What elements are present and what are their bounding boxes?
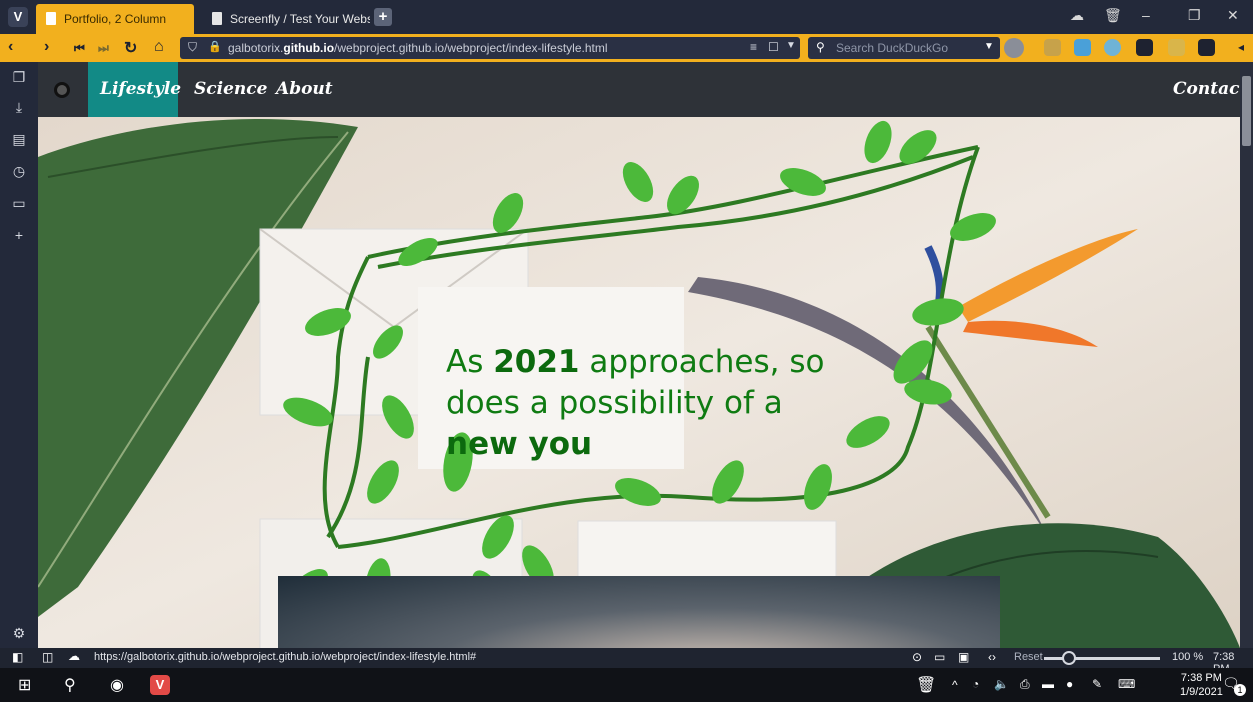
- windows-start-icon[interactable]: ⊞: [18, 675, 31, 695]
- tab-label: Portfolio, 2 Column: [64, 12, 167, 26]
- pen-icon[interactable]: ✎: [1092, 677, 1102, 691]
- chevron-left-icon[interactable]: ◂: [1238, 40, 1244, 54]
- web-page: Lifestyle Science About Contact As 2021 …: [38, 62, 1240, 648]
- zoom-slider-handle[interactable]: [1062, 651, 1076, 665]
- taskbar-time: 7:38 PM: [1180, 672, 1222, 684]
- rewind-icon[interactable]: ⏮: [74, 41, 85, 56]
- chevron-down-icon[interactable]: ▼: [984, 41, 994, 52]
- close-icon[interactable]: ✕: [1227, 7, 1239, 24]
- profile-avatar[interactable]: [1004, 38, 1024, 58]
- chevron-up-icon[interactable]: ^: [952, 678, 958, 692]
- window-icon[interactable]: ▭: [934, 650, 945, 664]
- content-card-image: [278, 576, 1000, 648]
- recycle-bin-icon[interactable]: 🗑: [916, 675, 936, 695]
- home-icon[interactable]: ⌂: [154, 38, 164, 56]
- back-icon[interactable]: ‹: [8, 38, 13, 56]
- search-icon: ⚲: [816, 40, 825, 54]
- side-panel: ❐ ⤓ ▤ ◷ ▭ + ⚙: [0, 62, 38, 648]
- windows-taskbar: ⊞ ⚲ ◉ V 🗑 ^ ◔ 🔈 ⎙ ▬ ● ✎ ⌨ 7:38 PM 1/9/20…: [0, 668, 1253, 702]
- nav-contact[interactable]: Contact: [1173, 79, 1240, 99]
- vivaldi-menu-icon[interactable]: V: [8, 7, 28, 27]
- notification-count-badge: 1: [1234, 684, 1246, 696]
- keyboard-icon[interactable]: ⌨: [1118, 677, 1135, 691]
- notes-icon[interactable]: ▤: [10, 130, 28, 148]
- vivaldi-taskbar-icon[interactable]: V: [150, 675, 170, 695]
- bookmarks-icon[interactable]: ❐: [10, 68, 28, 86]
- extensions-area: ◂: [1000, 34, 1253, 62]
- cloud-sync-icon[interactable]: ☁: [1070, 7, 1084, 24]
- page-icon: [212, 12, 222, 25]
- tab-screenfly[interactable]: Screenfly / Test Your Websit: [200, 4, 370, 34]
- add-panel-icon[interactable]: +: [10, 226, 28, 244]
- nav-science[interactable]: Science: [194, 79, 267, 99]
- address-toolbar: ‹ › ⏮ ⏭ ↻ ⌂ ⛉ 🔒 galbotorix.github.io/web…: [0, 34, 1253, 62]
- taskbar-clock[interactable]: 7:38 PM 1/9/2021: [1180, 671, 1223, 699]
- hero-headline: As 2021 approaches, so does a possibilit…: [446, 344, 825, 462]
- taskbar-date: 1/9/2021: [1180, 686, 1223, 698]
- tab-label: Screenfly / Test Your Websit: [230, 12, 370, 26]
- tray-icon[interactable]: ▬: [1042, 677, 1054, 691]
- tab-bar: V Portfolio, 2 Column Screenfly / Test Y…: [0, 0, 1253, 34]
- page-scrollbar[interactable]: [1240, 62, 1253, 648]
- extension-icon[interactable]: [1168, 39, 1185, 56]
- new-tab-button[interactable]: +: [374, 8, 392, 26]
- extension-icon[interactable]: [1044, 39, 1061, 56]
- download-icon[interactable]: ⤓: [10, 98, 28, 116]
- settings-icon[interactable]: ⚙: [10, 624, 28, 642]
- tab-portfolio[interactable]: Portfolio, 2 Column: [36, 4, 194, 34]
- status-link-url: https://galbotorix.github.io/webproject.…: [94, 651, 477, 663]
- tray-icon[interactable]: ⎙: [1020, 677, 1030, 692]
- scrollbar-thumb[interactable]: [1242, 76, 1251, 146]
- page-icon: [46, 12, 56, 25]
- hero-section: As 2021 approaches, so does a possibilit…: [38, 117, 1240, 648]
- nav-lifestyle[interactable]: Lifestyle: [100, 79, 181, 99]
- minimize-icon[interactable]: –: [1142, 7, 1150, 23]
- site-navbar: Lifestyle Science About Contact: [38, 62, 1240, 117]
- chevron-down-icon[interactable]: ▼: [786, 40, 796, 51]
- window-panel-icon[interactable]: ▭: [10, 194, 28, 212]
- reader-view-icon[interactable]: ≡: [750, 40, 757, 54]
- fast-forward-icon[interactable]: ⏭: [98, 41, 109, 56]
- code-icon[interactable]: ‹›: [988, 650, 996, 664]
- forward-icon[interactable]: ›: [44, 38, 49, 56]
- zoom-reset-button[interactable]: Reset: [1014, 651, 1043, 663]
- extension-icon[interactable]: [1198, 39, 1215, 56]
- puzzle-icon[interactable]: [1136, 39, 1153, 56]
- bookmark-icon[interactable]: ☐: [768, 40, 779, 54]
- lock-icon[interactable]: 🔒: [208, 40, 222, 53]
- url-field[interactable]: ⛉ 🔒 galbotorix.github.io/webproject.gith…: [180, 37, 800, 59]
- trash-icon[interactable]: 🗑: [1104, 7, 1122, 24]
- site-logo[interactable]: [54, 82, 70, 98]
- nav-about[interactable]: About: [276, 79, 333, 99]
- extension-icon[interactable]: [1104, 39, 1121, 56]
- search-field[interactable]: ⚲ Search DuckDuckGo ▼: [808, 37, 1000, 59]
- reload-icon[interactable]: ↻: [124, 38, 137, 58]
- search-icon[interactable]: ⚲: [64, 675, 76, 695]
- search-placeholder: Search DuckDuckGo: [836, 41, 949, 55]
- status-bar: ◧ ◫ ☁ https://galbotorix.github.io/webpr…: [0, 648, 1253, 675]
- url-text: galbotorix.github.io/webproject.github.i…: [228, 41, 608, 55]
- image-icon[interactable]: ▣: [958, 650, 969, 664]
- history-icon[interactable]: ◷: [10, 162, 28, 180]
- cloud-icon[interactable]: ☁: [68, 649, 80, 663]
- tile-tabs-icon[interactable]: ◫: [42, 650, 53, 664]
- capture-icon[interactable]: ⊙: [912, 650, 922, 664]
- extension-icon[interactable]: [1074, 39, 1091, 56]
- network-icon[interactable]: ◔: [972, 677, 979, 691]
- volume-icon[interactable]: 🔈: [994, 677, 1009, 691]
- restore-icon[interactable]: ❐: [1188, 7, 1201, 24]
- app-icon[interactable]: ◉: [110, 675, 124, 695]
- shield-icon[interactable]: ⛉: [188, 40, 197, 55]
- zoom-level: 100 %: [1172, 651, 1204, 663]
- tray-icon[interactable]: ●: [1066, 677, 1073, 691]
- panel-toggle-icon[interactable]: ◧: [12, 650, 23, 664]
